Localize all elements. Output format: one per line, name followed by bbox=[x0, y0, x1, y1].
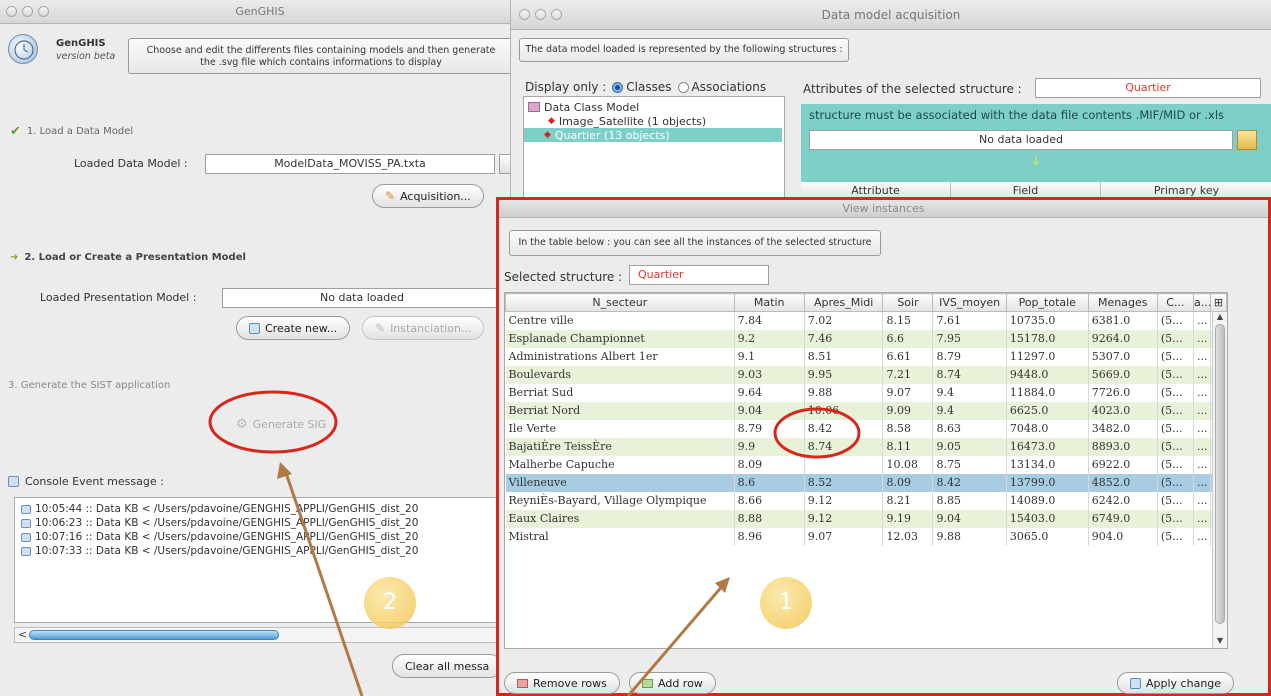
generate-sig-highlight bbox=[208, 390, 338, 454]
annotation-badge-1: 1 bbox=[760, 577, 812, 629]
arrow-to-table bbox=[626, 583, 726, 696]
arrowhead-generate-icon bbox=[277, 462, 292, 479]
apres-midi-highlight bbox=[773, 407, 861, 459]
arrow-to-generate bbox=[283, 469, 364, 696]
annotation-badge-2: 2 bbox=[364, 577, 416, 629]
annotation-overlay bbox=[208, 390, 861, 696]
